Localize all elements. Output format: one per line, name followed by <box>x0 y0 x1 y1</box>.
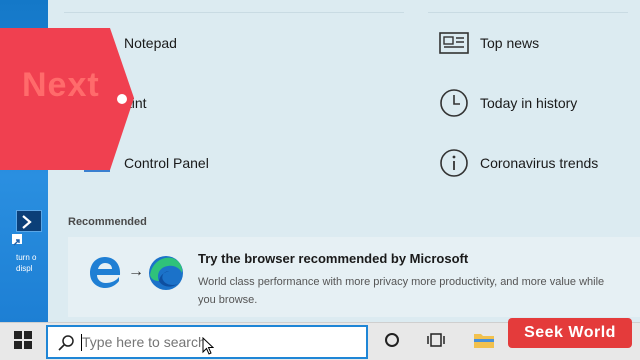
news-item-coronavirus-trends[interactable]: Coronavirus trends <box>438 145 598 181</box>
clock-icon <box>438 87 470 119</box>
recommended-heading: Recommended <box>68 216 147 228</box>
cortana-button[interactable] <box>378 323 406 360</box>
next-tag-text: Next <box>22 66 100 104</box>
reco-arrow: → <box>128 263 144 280</box>
task-view-button[interactable] <box>418 323 454 360</box>
powershell-shortcut-icon[interactable] <box>16 210 42 232</box>
reco-description: World class performance with more privac… <box>198 276 605 306</box>
mouse-cursor-icon <box>202 336 215 360</box>
shortcut-arrow-icon <box>12 234 22 246</box>
task-view-icon <box>426 332 446 353</box>
search-icon <box>58 335 74 356</box>
windows-logo-icon <box>14 330 32 354</box>
app-item-label: Control Panel <box>124 155 209 171</box>
search-input[interactable] <box>82 327 362 357</box>
news-item-label: Coronavirus trends <box>480 155 599 171</box>
newspaper-icon <box>438 27 470 59</box>
brand-watermark: Seek World <box>508 318 632 348</box>
cortana-circle-icon <box>384 332 400 353</box>
divider <box>64 12 404 13</box>
reco-title: Try the browser recommended by Microsoft <box>198 251 469 266</box>
file-explorer-button[interactable] <box>466 323 502 360</box>
divider <box>428 12 628 13</box>
edge-legacy-icon <box>86 253 124 296</box>
taskbar-search-box[interactable] <box>46 325 368 359</box>
news-item-today-in-history[interactable]: Today in history <box>438 85 577 121</box>
recommended-card[interactable]: → Try the browser recommended by Microso… <box>68 237 640 317</box>
news-item-top-news[interactable]: Top news <box>438 25 539 61</box>
start-button[interactable] <box>0 323 46 360</box>
edge-chromium-icon <box>146 253 186 298</box>
news-item-label: Today in history <box>480 95 578 111</box>
folder-icon <box>473 331 495 354</box>
news-item-label: Top news <box>480 35 540 51</box>
info-icon <box>438 147 470 179</box>
desktop-shortcut-label[interactable]: turn o displ <box>16 252 52 274</box>
